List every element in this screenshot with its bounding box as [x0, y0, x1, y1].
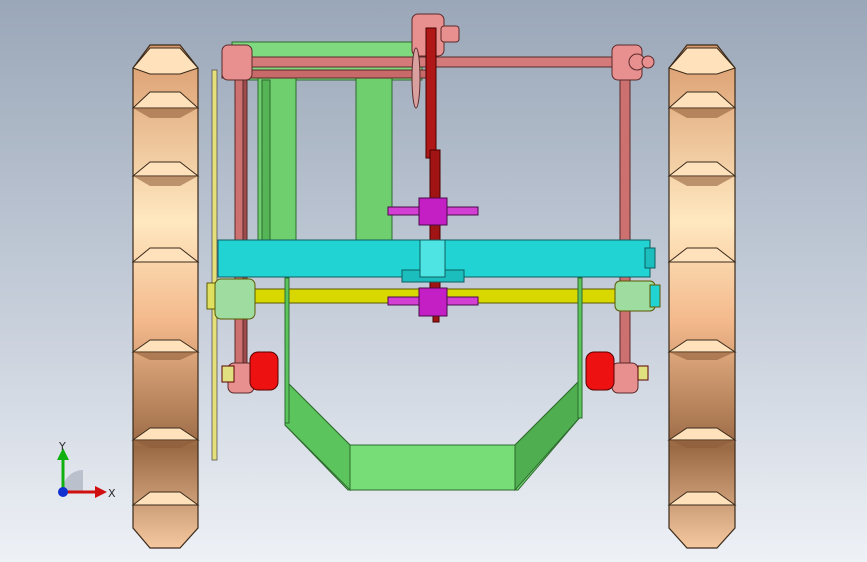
coordinate-triad: Y X — [57, 440, 116, 500]
left-track-wheel[interactable] — [131, 44, 200, 549]
cross-beam[interactable] — [217, 239, 656, 283]
cad-model-view[interactable] — [0, 0, 867, 562]
x-axis-label: X — [108, 487, 116, 500]
z-axis-dot — [58, 487, 68, 497]
x-axis-head — [95, 486, 107, 498]
top-disk[interactable] — [411, 47, 421, 109]
right-track-wheel[interactable] — [667, 44, 737, 549]
left-side-bar[interactable] — [211, 69, 218, 461]
y-axis-label: Y — [58, 440, 66, 453]
graphics-viewport[interactable]: Y X — [0, 0, 867, 562]
